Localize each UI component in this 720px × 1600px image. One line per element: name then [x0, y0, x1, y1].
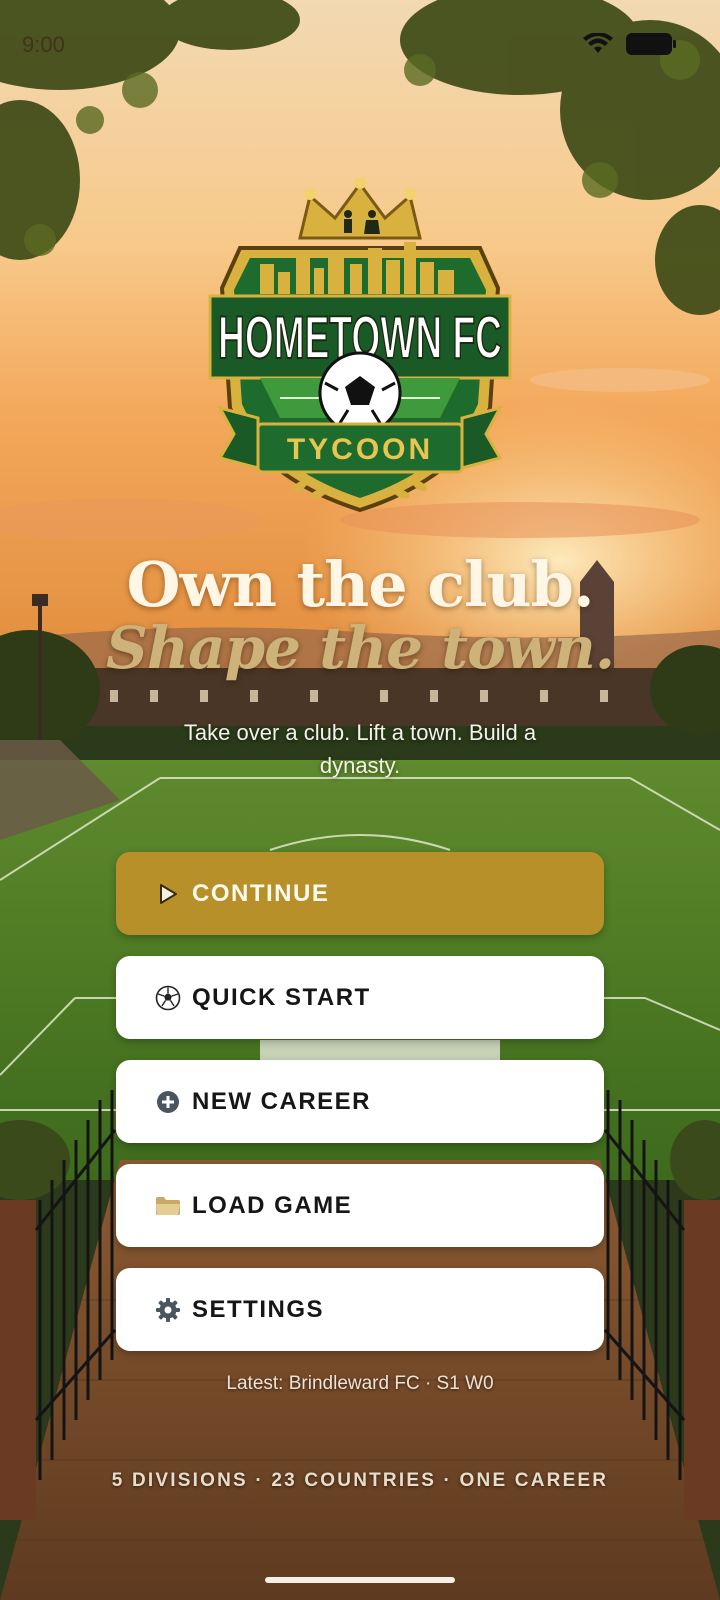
- status-icons: [582, 33, 676, 55]
- new-career-label: NEW CAREER: [192, 1087, 372, 1115]
- settings-button[interactable]: SETTINGS: [116, 1268, 604, 1351]
- load-game-button[interactable]: LOAD GAME: [116, 1164, 604, 1247]
- load-game-label: LOAD GAME: [192, 1191, 353, 1219]
- battery-icon: [626, 33, 676, 55]
- soccer-ball-icon: [154, 984, 182, 1012]
- headline-line-2: Shape the town.: [105, 614, 615, 682]
- quick-start-button[interactable]: QUICK START: [116, 956, 604, 1039]
- headline-line-1: Own the club.: [126, 548, 594, 621]
- main-menu: CONTINUE QUICK START NEW CAREER LOAD GAM…: [116, 852, 604, 1372]
- game-logo-crest: HOMETOWN FC TYCOON: [208, 178, 512, 513]
- home-indicator[interactable]: [265, 1577, 455, 1583]
- feature-summary: 5 DIVISIONS · 23 COUNTRIES · ONE CAREER: [111, 1470, 609, 1491]
- latest-save-info: Latest: Brindleward FC · S1 W0: [226, 1373, 494, 1394]
- plus-circle-icon: [154, 1088, 182, 1116]
- continue-button[interactable]: CONTINUE: [116, 852, 604, 935]
- continue-label: CONTINUE: [192, 879, 330, 907]
- logo-banner-text: TYCOON: [287, 433, 433, 466]
- status-time: 9:00: [22, 32, 65, 57]
- new-career-button[interactable]: NEW CAREER: [116, 1060, 604, 1143]
- quick-start-label: QUICK START: [192, 983, 371, 1011]
- tagline: Take over a club. Lift a town. Build a d…: [183, 720, 537, 778]
- play-icon: [154, 880, 182, 908]
- folder-icon: [154, 1192, 182, 1220]
- gear-icon: [154, 1296, 182, 1324]
- wifi-icon: [583, 33, 613, 53]
- settings-label: SETTINGS: [192, 1295, 325, 1323]
- status-bar: 9:00: [0, 0, 720, 90]
